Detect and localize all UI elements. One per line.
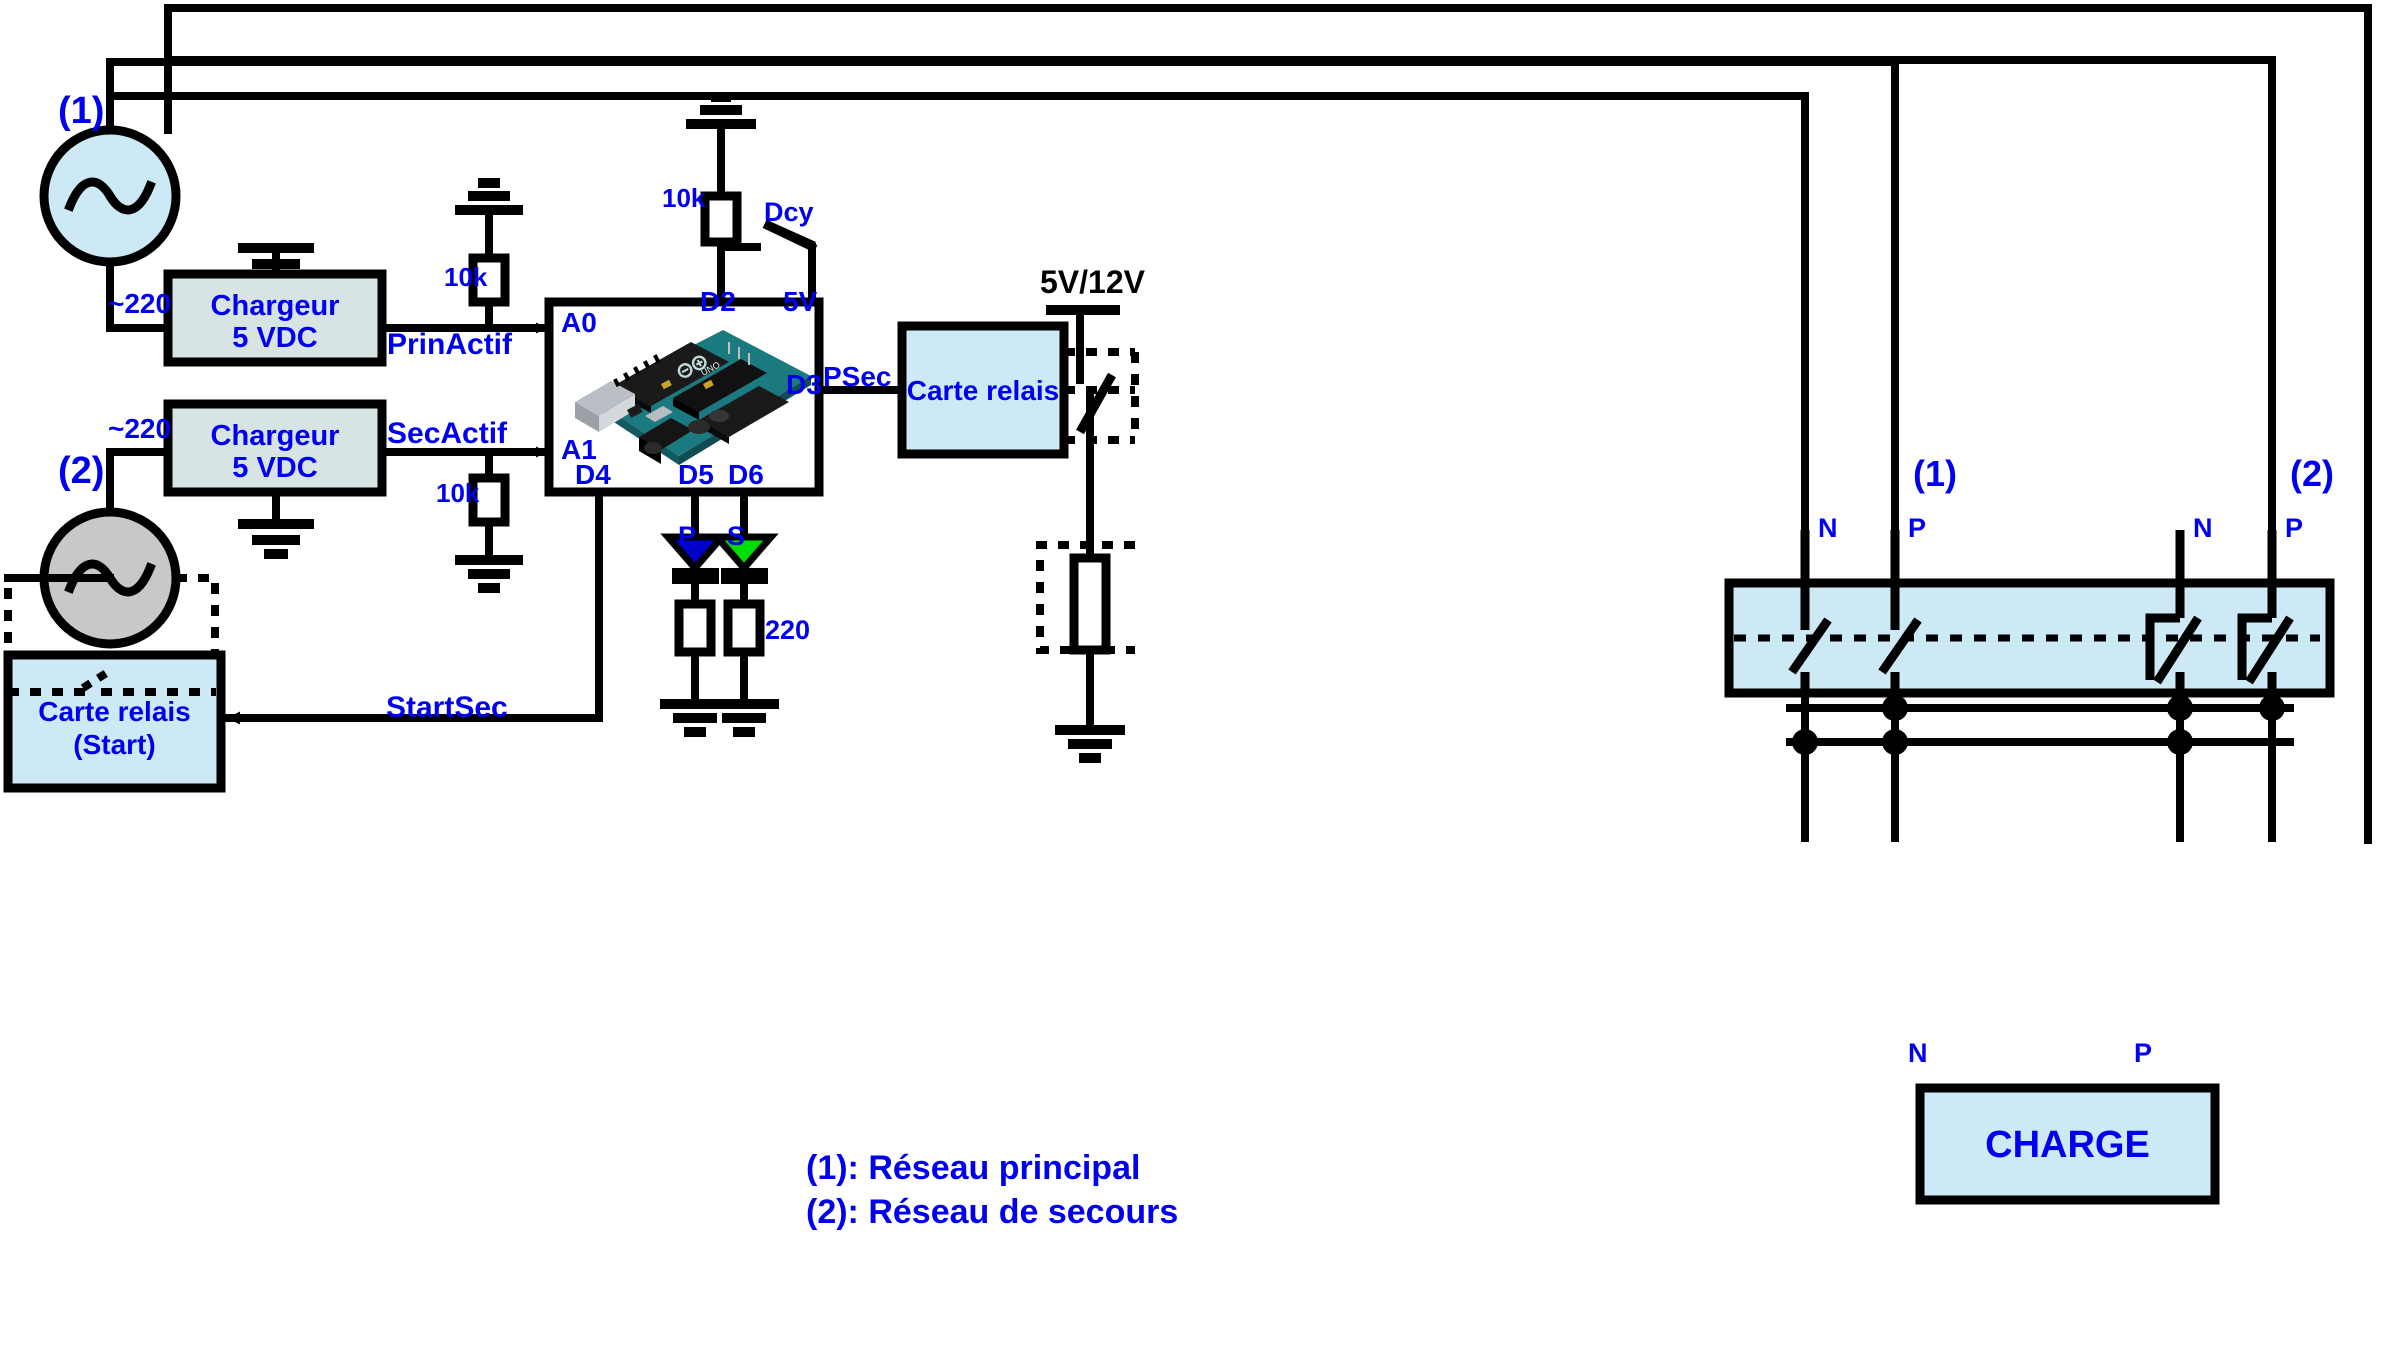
signal-startsec: StartSec — [386, 691, 508, 724]
contactor-pole-2-n: N — [2193, 513, 2213, 543]
contactor-body — [1724, 578, 2335, 698]
contactor-group1-tag: (1) — [1913, 453, 1957, 494]
relay-card-start-line1: Carte relais — [38, 696, 191, 727]
pin-label-d4: D4 — [575, 459, 611, 490]
contactor-group2-tag: (2) — [2290, 453, 2334, 494]
label-pushbutton-dcy: Dcy — [764, 197, 814, 227]
resistor-d2 — [700, 191, 742, 247]
relay-card-label: Carte relais — [906, 375, 1060, 406]
load-label: CHARGE — [1985, 1124, 2150, 1166]
label-led-s: S — [727, 521, 746, 551]
signal-secactif: SecActif — [387, 417, 508, 450]
label-source-primary-tag: (1) — [58, 90, 105, 132]
charger-primary-line1: Chargeur — [210, 290, 340, 322]
charger-backup-line2: 5 VDC — [232, 452, 318, 485]
value-resistor-leds: 220 — [765, 615, 811, 645]
relay-coil — [1069, 553, 1111, 655]
pin-label-d2: D2 — [700, 286, 736, 317]
legend-line-2: (2): Réseau de secours — [806, 1192, 1179, 1231]
schematic-canvas: UNO (1) (2) ~220 ~220 Chargeur 5 VDC Cha… — [0, 0, 2399, 1350]
label-source-backup-tag: (2) — [58, 450, 105, 492]
label-mains-voltage-backup: ~220 — [108, 413, 172, 444]
load-terminal-p: P — [2134, 1038, 2153, 1068]
load-terminal-n: N — [1908, 1038, 1928, 1068]
contactor-pole-1-n: N — [1818, 513, 1838, 543]
signal-psec: PSec — [823, 361, 892, 392]
pin-label-a0: A0 — [561, 307, 597, 338]
charger-backup-line1: Chargeur — [210, 420, 340, 452]
charger-primary-label: Chargeur 5 VDC — [168, 290, 382, 355]
value-resistor-a0: 10k — [444, 262, 488, 292]
label-mains-voltage-primary: ~220 — [108, 288, 172, 319]
pin-label-d3: D3 — [786, 369, 822, 400]
pin-label-d6: D6 — [728, 459, 764, 490]
pin-label-d5: D5 — [678, 459, 714, 490]
label-coil-supply: 5V/12V — [1040, 264, 1145, 300]
legend: (1): Réseau principal (2): Réseau de sec… — [806, 1147, 1178, 1234]
legend-line-1: (1): Réseau principal — [806, 1149, 1141, 1187]
relay-card-start-line2: (Start) — [73, 729, 156, 761]
contactor-pole-1-p: P — [1908, 513, 1927, 543]
relay-card-start-label: Carte relais (Start) — [8, 695, 221, 761]
signal-prinactif: PrinActif — [387, 328, 513, 361]
contactor-pole-2-p: P — [2285, 513, 2304, 543]
pin-label-5v: 5V — [783, 286, 818, 317]
resistor-led-p — [674, 599, 716, 657]
value-resistor-a1: 10k — [436, 478, 480, 508]
resistor-led-s — [723, 599, 765, 657]
charger-primary-line2: 5 VDC — [232, 322, 318, 355]
label-led-p: P — [678, 521, 697, 551]
relay-contact-5v12v — [1064, 348, 1139, 444]
charger-backup-label: Chargeur 5 VDC — [168, 420, 382, 485]
value-resistor-d2: 10k — [662, 183, 706, 213]
